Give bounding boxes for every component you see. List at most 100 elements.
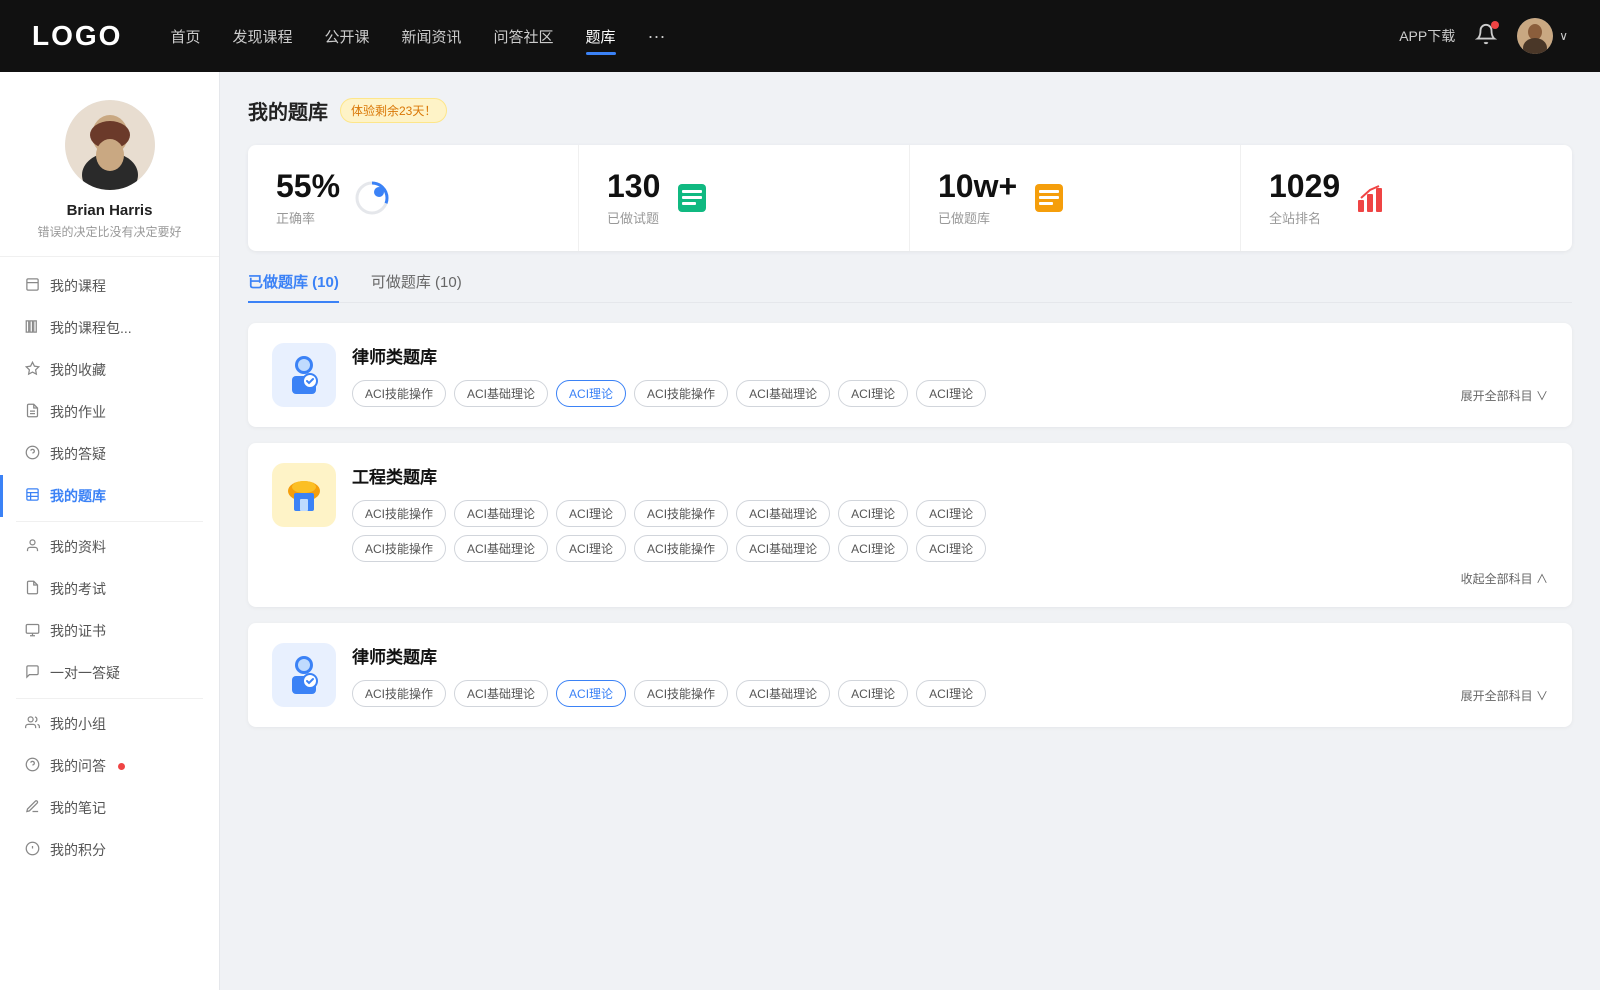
stat-done-q-value: 130 [607,169,660,204]
nav-news[interactable]: 新闻资讯 [402,26,462,47]
tab-done-banks[interactable]: 已做题库 (10) [248,271,339,302]
logo[interactable]: LOGO [32,20,122,52]
sidebar-item-points[interactable]: 我的积分 [0,829,219,871]
sidebar-label-favorites: 我的收藏 [50,360,106,380]
tag-2-6[interactable]: ACI理论 [916,500,986,527]
main-content: 我的题库 体验剩余23天！ 55% 正确率 [220,72,1600,990]
sidebar-item-notes[interactable]: 我的笔记 [0,787,219,829]
course-icon [24,277,40,295]
app-download-link[interactable]: APP下载 [1399,26,1455,46]
stat-done-banks: 10w+ 已做题库 [910,145,1241,251]
sidebar-label-course: 我的课程 [50,276,106,296]
tag-2-3[interactable]: ACI技能操作 [634,500,728,527]
sidebar-item-1on1[interactable]: 一对一答疑 [0,652,219,694]
nav-qbank[interactable]: 题库 [586,26,616,47]
tab-available-banks[interactable]: 可做题库 (10) [371,271,462,302]
sidebar-item-course[interactable]: 我的课程 [0,265,219,307]
qbank-name-3: 律师类题库 [352,643,1548,668]
stat-rank-label: 全站排名 [1269,208,1340,227]
stat-done-q-text: 130 已做试题 [607,169,660,227]
tag-3-6[interactable]: ACI理论 [916,680,986,707]
stats-row: 55% 正确率 130 已做试题 [248,145,1572,251]
accuracy-chart-icon [354,180,390,216]
stat-rank: 1029 全站排名 [1241,145,1572,251]
sidebar-item-exam[interactable]: 我的考试 [0,568,219,610]
tag-1-5[interactable]: ACI理论 [838,380,908,407]
sidebar-label-group: 我的小组 [50,714,106,734]
chat-icon [24,664,40,682]
user-avatar-menu[interactable]: ∨ [1517,18,1568,54]
sidebar-item-qa[interactable]: 我的答疑 [0,433,219,475]
nav-qa[interactable]: 问答社区 [494,26,554,47]
tag-2-4[interactable]: ACI基础理论 [736,500,830,527]
trial-badge: 体验剩余23天！ [340,98,447,123]
tag-2b-2[interactable]: ACI理论 [556,535,626,562]
homework-icon [24,403,40,421]
sidebar-item-coursepack[interactable]: 我的课程包... [0,307,219,349]
tag-3-0[interactable]: ACI技能操作 [352,680,446,707]
sidebar-label-certificate: 我的证书 [50,621,106,641]
tag-2-2[interactable]: ACI理论 [556,500,626,527]
tag-3-3[interactable]: ACI技能操作 [634,680,728,707]
tag-2-5[interactable]: ACI理论 [838,500,908,527]
nav-more[interactable]: ··· [648,26,666,47]
notification-bell[interactable] [1475,23,1497,50]
tag-2-0[interactable]: ACI技能操作 [352,500,446,527]
tag-2b-3[interactable]: ACI技能操作 [634,535,728,562]
tag-3-5[interactable]: ACI理论 [838,680,908,707]
qbank-header-2: 工程类题库 ACI技能操作 ACI基础理论 ACI理论 ACI技能操作 ACI基… [272,463,1548,587]
tag-3-1[interactable]: ACI基础理论 [454,680,548,707]
expand-btn-1[interactable]: 展开全部科目 ∨ [1461,383,1548,404]
tag-2b-0[interactable]: ACI技能操作 [352,535,446,562]
collapse-btn-2[interactable]: 收起全部科目 ∧ [352,570,1548,587]
sidebar-item-favorites[interactable]: 我的收藏 [0,349,219,391]
tag-2b-6[interactable]: ACI理论 [916,535,986,562]
tag-1-6[interactable]: ACI理论 [916,380,986,407]
nav-opencourse[interactable]: 公开课 [324,26,369,47]
sidebar-item-certificate[interactable]: 我的证书 [0,610,219,652]
navbar: LOGO 首页 发现课程 公开课 新闻资讯 问答社区 题库 ··· APP下载 … [0,0,1600,72]
sidebar-item-qbank[interactable]: 我的题库 [0,475,219,517]
qbank-body-1: 律师类题库 ACI技能操作 ACI基础理论 ACI理论 ACI技能操作 ACI基… [352,343,1548,407]
nav-home[interactable]: 首页 [170,26,200,47]
nav-discover[interactable]: 发现课程 [232,26,292,47]
stat-done-b-label: 已做题库 [938,208,1017,227]
qbank-icon-lawyer-1 [272,343,336,407]
sidebar-item-group[interactable]: 我的小组 [0,703,219,745]
unread-dot [118,763,125,770]
stat-rank-text: 1029 全站排名 [1269,169,1340,227]
qbank-header-1: 律师类题库 ACI技能操作 ACI基础理论 ACI理论 ACI技能操作 ACI基… [272,343,1548,407]
star-icon [24,361,40,379]
qa-icon [24,445,40,463]
expand-btn-3[interactable]: 展开全部科目 ∨ [1461,683,1548,704]
tag-1-4[interactable]: ACI基础理论 [736,380,830,407]
list-green-icon [674,180,710,216]
tag-1-2[interactable]: ACI理论 [556,380,626,407]
tag-3-2[interactable]: ACI理论 [556,680,626,707]
qbank-body-2: 工程类题库 ACI技能操作 ACI基础理论 ACI理论 ACI技能操作 ACI基… [352,463,1548,587]
tag-2-1[interactable]: ACI基础理论 [454,500,548,527]
main-layout: Brian Harris 错误的决定比没有决定要好 我的课程 我的课程包... [0,72,1600,990]
tag-3-4[interactable]: ACI基础理论 [736,680,830,707]
stat-done-q-label: 已做试题 [607,208,660,227]
stat-done-questions: 130 已做试题 [579,145,910,251]
qbank-icon-lawyer-3 [272,643,336,707]
sidebar-label-myqa: 我的答疑 [50,444,106,464]
sidebar-label-homework: 我的作业 [50,402,106,422]
sidebar-item-profile[interactable]: 我的资料 [0,526,219,568]
tag-1-0[interactable]: ACI技能操作 [352,380,446,407]
tag-1-3[interactable]: ACI技能操作 [634,380,728,407]
tag-2b-4[interactable]: ACI基础理论 [736,535,830,562]
stat-rank-value: 1029 [1269,169,1340,204]
qbank-name-2: 工程类题库 [352,463,1548,488]
divider-1 [16,521,203,522]
tag-1-1[interactable]: ACI基础理论 [454,380,548,407]
stat-accuracy-text: 55% 正确率 [276,169,340,227]
sidebar-item-homework[interactable]: 我的作业 [0,391,219,433]
sidebar-label-1on1: 一对一答疑 [50,663,120,683]
tag-2b-5[interactable]: ACI理论 [838,535,908,562]
tag-2b-1[interactable]: ACI基础理论 [454,535,548,562]
sidebar-item-questions[interactable]: 我的问答 [0,745,219,787]
sidebar-label-exam: 我的考试 [50,579,106,599]
sidebar: Brian Harris 错误的决定比没有决定要好 我的课程 我的课程包... [0,72,220,990]
